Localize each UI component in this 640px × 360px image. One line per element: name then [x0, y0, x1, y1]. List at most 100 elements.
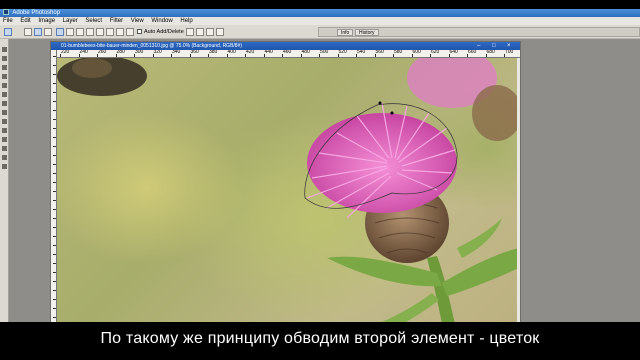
image-canvas[interactable]	[57, 58, 520, 324]
ruler-tick	[152, 54, 154, 57]
ruler-tick	[53, 110, 56, 111]
document-title-bar[interactable]: 01-bumblebees-bite-bauer-minden_0051310.…	[51, 42, 520, 50]
ruler-tick-label: 380	[209, 50, 218, 55]
pink-flower-head	[307, 113, 457, 213]
close-icon[interactable]: ×	[507, 42, 511, 50]
ruler-tick	[53, 128, 56, 129]
workspace: 01-bumblebees-bite-bauer-minden_0051310.…	[0, 39, 640, 326]
ruler-tick	[411, 54, 413, 57]
menu-select[interactable]: Select	[85, 18, 102, 24]
ruler-tick	[53, 155, 56, 156]
ruler-tick	[53, 209, 56, 210]
pen-icon[interactable]	[56, 28, 64, 36]
ruler-tick-label: 340	[172, 50, 181, 55]
line-icon[interactable]	[116, 28, 124, 36]
document-window[interactable]: 01-bumblebees-bite-bauer-minden_0051310.…	[50, 41, 521, 326]
ruler-tick	[115, 54, 117, 57]
ruler-tick	[60, 54, 61, 57]
ruler-tick-label: 600	[412, 50, 421, 55]
ruler-tick	[53, 92, 56, 93]
ruler-tick	[245, 54, 246, 57]
ruler-tick-label: 580	[394, 50, 403, 55]
menu-edit[interactable]: Edit	[20, 18, 30, 24]
info-tab[interactable]: Info	[337, 29, 354, 36]
ruler-tick	[53, 218, 56, 219]
leaf-lower	[377, 293, 439, 324]
ruler-tick	[374, 54, 376, 57]
rounded-rectangle-icon[interactable]	[86, 28, 94, 36]
ruler-tick-label: 660	[468, 50, 477, 55]
rectangle-icon[interactable]	[76, 28, 84, 36]
fill-pixels-icon[interactable]	[44, 28, 52, 36]
pen-tool-preset-icon[interactable]	[4, 28, 12, 36]
ruler-tick	[208, 54, 209, 57]
toolbox-icons[interactable]	[0, 39, 9, 325]
menu-filter[interactable]: Filter	[110, 18, 123, 24]
menu-help[interactable]: Help	[180, 18, 192, 24]
ruler-tick	[189, 54, 191, 57]
document-title: 01-bumblebees-bite-bauer-minden_0051310.…	[61, 43, 243, 49]
ruler-tick	[97, 54, 98, 57]
ruler-tick-label: 280	[116, 50, 125, 55]
ruler-tick	[53, 263, 56, 264]
ruler-tick	[53, 65, 56, 66]
ruler-tick-label: 700	[505, 50, 514, 55]
ruler-tick-label: 220	[61, 50, 70, 55]
ruler-tick-label: 520	[338, 50, 347, 55]
auto-add-delete-label: Auto Add/Delete	[144, 29, 184, 35]
auto-add-delete-checkbox[interactable]	[137, 29, 142, 34]
freeform-pen-icon[interactable]	[66, 28, 74, 36]
path-subtract-icon[interactable]	[196, 28, 204, 36]
ruler-tick	[78, 54, 80, 57]
ruler-tick	[53, 101, 56, 102]
paths-icon[interactable]	[34, 28, 42, 36]
minimize-icon[interactable]: –	[477, 42, 480, 50]
ruler-tick	[53, 245, 56, 246]
leaf-right	[442, 248, 519, 296]
leaf-left	[327, 256, 442, 287]
ruler-tick-label: 480	[301, 50, 310, 55]
history-tab[interactable]: History	[355, 29, 379, 36]
ruler-tick-label: 260	[98, 50, 107, 55]
ruler-tick-label: 440	[264, 50, 273, 55]
ruler-tick	[53, 182, 56, 183]
shape-layers-icon[interactable]	[24, 28, 32, 36]
ruler-tick	[430, 54, 431, 57]
maximize-icon[interactable]: □	[492, 42, 496, 50]
toolbox	[0, 39, 9, 325]
ruler-tick-label: 420	[246, 50, 255, 55]
menu-window[interactable]: Window	[151, 18, 172, 24]
ruler-tick	[53, 119, 56, 120]
custom-shape-icon[interactable]	[126, 28, 134, 36]
menu-image[interactable]: Image	[38, 18, 55, 24]
ruler-tick	[485, 54, 487, 57]
ruler-tick-label: 240	[79, 50, 88, 55]
ellipse-icon[interactable]	[96, 28, 104, 36]
ruler-tick	[300, 54, 302, 57]
ruler-tick	[53, 146, 56, 147]
ruler-tick-label: 620	[431, 50, 440, 55]
ruler-tick	[53, 83, 56, 84]
ruler-tick	[134, 54, 135, 57]
ruler-tick-label: 680	[486, 50, 495, 55]
ruler-tick	[282, 54, 283, 57]
menu-file[interactable]: File	[3, 18, 13, 24]
ruler-tick-label: 500	[320, 50, 329, 55]
options-bar: Auto Add/Delete Info History	[0, 25, 640, 39]
app-title: Adobe Photoshop	[12, 10, 61, 16]
ruler-tick	[53, 281, 56, 282]
path-intersect-icon[interactable]	[206, 28, 214, 36]
path-exclude-icon[interactable]	[216, 28, 224, 36]
ruler-tick	[263, 54, 265, 57]
menu-layer[interactable]: Layer	[63, 18, 78, 24]
horizontal-ruler: 220 240 260 280 300 320 340 360 380 400 420 440 460 4…	[57, 50, 520, 58]
ruler-tick	[53, 137, 56, 138]
ruler-tick	[504, 54, 505, 57]
ruler-tick	[337, 54, 339, 57]
ruler-tick	[53, 191, 56, 192]
menu-view[interactable]: View	[131, 18, 144, 24]
polygon-icon[interactable]	[106, 28, 114, 36]
photoshop-app-icon	[3, 9, 9, 16]
path-add-icon[interactable]	[186, 28, 194, 36]
vertical-scrollbar[interactable]	[517, 58, 520, 324]
